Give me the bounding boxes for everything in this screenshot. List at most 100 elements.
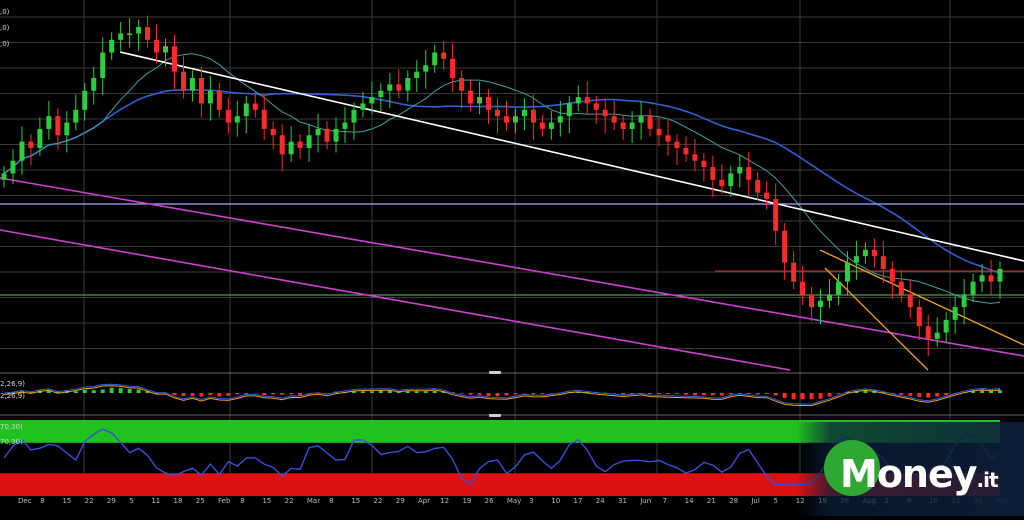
candle-up xyxy=(316,129,321,135)
money-logo-suffix: .it xyxy=(977,468,998,492)
candle-up xyxy=(163,46,168,52)
candle-down xyxy=(674,142,679,148)
x-axis-tick-label: 15 xyxy=(351,497,360,505)
top-label-1: ,0) xyxy=(0,8,9,16)
x-axis-tick-label: 22 xyxy=(374,497,383,505)
macd-bar xyxy=(666,393,670,394)
candle-up xyxy=(863,250,868,256)
candle-down xyxy=(657,129,662,135)
x-axis-tick-label: 8 xyxy=(329,497,333,505)
x-axis-tick-label: 5 xyxy=(774,497,778,505)
candle-up xyxy=(971,282,976,295)
candle-down xyxy=(764,193,769,199)
macd-bar xyxy=(128,389,132,393)
x-axis-tick-label: Jun xyxy=(639,497,651,505)
macd-bar xyxy=(199,393,203,397)
macd-bar xyxy=(917,393,921,397)
macd-bar xyxy=(406,391,410,393)
candle-down xyxy=(396,84,401,90)
candle-up xyxy=(944,320,949,333)
candle-down xyxy=(55,116,60,135)
macd-bar xyxy=(675,393,679,394)
macd-bar xyxy=(531,393,535,394)
candle-up xyxy=(728,173,733,186)
macd-bar xyxy=(119,388,123,393)
macd-bar xyxy=(693,393,697,395)
x-axis-tick-label: 15 xyxy=(62,497,71,505)
candle-down xyxy=(612,116,617,122)
candle-down xyxy=(325,129,330,142)
macd-bar xyxy=(370,391,374,393)
candle-up xyxy=(109,40,114,53)
candle-down xyxy=(755,180,760,193)
candle-up xyxy=(100,53,105,78)
candle-up xyxy=(37,129,42,148)
macd-bar xyxy=(83,390,87,393)
candle-down xyxy=(253,103,258,109)
candle-up xyxy=(477,97,482,103)
pane-resize-handle-1[interactable] xyxy=(489,371,501,374)
candle-up xyxy=(334,129,339,142)
x-axis-tick-label: 10 xyxy=(551,497,560,505)
x-axis-tick-label: 12 xyxy=(440,497,449,505)
macd-bar xyxy=(801,393,805,399)
candle-up xyxy=(351,110,356,123)
macd-bar xyxy=(908,393,912,396)
x-axis-tick-label: 14 xyxy=(685,497,694,505)
macd-bar xyxy=(935,393,939,397)
candle-down xyxy=(486,97,491,110)
x-axis-tick-label: 11 xyxy=(151,497,160,505)
candle-down xyxy=(154,40,159,53)
candle-down xyxy=(701,161,706,167)
candle-up xyxy=(549,123,554,129)
macd-bar xyxy=(217,393,221,397)
x-axis-tick-label: 5 xyxy=(129,497,133,505)
candle-up xyxy=(289,142,294,155)
x-axis-tick-label: 25 xyxy=(196,497,205,505)
macd-bar xyxy=(478,393,482,395)
candle-up xyxy=(998,269,1003,282)
top-label-3: ,0) xyxy=(0,40,9,48)
macd-bar xyxy=(540,393,544,394)
x-axis-tick-label: 3 xyxy=(529,497,533,505)
candle-down xyxy=(199,78,204,103)
x-axis-tick-label: 24 xyxy=(596,497,605,505)
macd-bar xyxy=(765,393,769,394)
candle-up xyxy=(82,91,87,110)
macd-bar xyxy=(101,390,105,394)
candle-up xyxy=(342,123,347,129)
macd-bar xyxy=(433,391,437,393)
macd-bar xyxy=(235,393,239,394)
macd-bar xyxy=(810,393,814,399)
candle-down xyxy=(280,135,285,154)
macd-bar xyxy=(504,393,508,395)
pane-resize-handle-2[interactable] xyxy=(489,414,501,417)
candle-down xyxy=(28,142,33,148)
candle-down xyxy=(504,116,509,122)
candle-up xyxy=(235,116,240,122)
macd-bar xyxy=(998,390,1002,393)
macd-bar xyxy=(648,393,652,394)
candle-down xyxy=(459,78,464,91)
x-axis-tick-label: Jul xyxy=(750,497,760,505)
x-axis-tick-label: Mar xyxy=(307,497,320,505)
candle-down xyxy=(226,110,231,123)
candle-down xyxy=(585,97,590,103)
candle-up xyxy=(630,123,635,129)
candle-up xyxy=(19,142,24,161)
rsi-label-1: 70,30) xyxy=(0,423,23,431)
candle-down xyxy=(917,307,922,326)
macd-bar xyxy=(74,391,78,393)
candle-down xyxy=(145,27,150,40)
candle-down xyxy=(262,110,267,129)
candle-up xyxy=(10,161,15,174)
x-axis-tick-label: 22 xyxy=(285,497,294,505)
macd-bar xyxy=(137,390,141,394)
x-axis-tick-label: 28 xyxy=(729,497,738,505)
macd-bar xyxy=(172,393,176,395)
candle-up xyxy=(962,294,967,307)
candle-down xyxy=(719,180,724,186)
x-axis-tick-label: 29 xyxy=(396,497,405,505)
candle-up xyxy=(854,256,859,262)
candle-down xyxy=(441,53,446,59)
